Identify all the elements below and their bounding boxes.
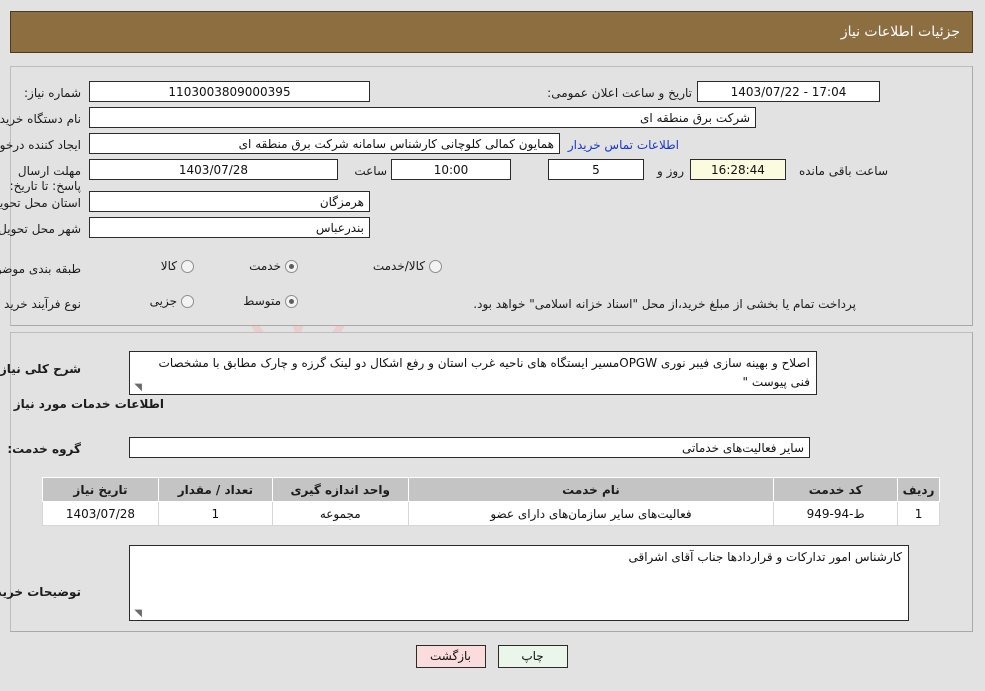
- resize-grip-icon[interactable]: ◥: [133, 383, 143, 393]
- hour-label: ساعت: [355, 164, 388, 178]
- purchase-option-label-0: جزیی: [150, 294, 178, 308]
- deadline-date-value: 1403/07/28: [90, 159, 339, 180]
- th-name: نام خدمت: [408, 477, 776, 502]
- buyer-contact-link[interactable]: اطلاعات تماس خریدار: [569, 138, 680, 152]
- buyer-notes-textarea[interactable]: کارشناس امور تدارکات و قراردادها جناب آق…: [130, 545, 910, 621]
- purchase-radio-motevaset[interactable]: متوسط: [244, 294, 299, 308]
- city-value: بندرعباس: [90, 217, 371, 238]
- province-value: هرمزگان: [90, 191, 371, 212]
- public-announce-value: 17:04 - 1403/07/22: [698, 81, 881, 102]
- category-radio-kala-khedmat[interactable]: کالا/خدمت: [374, 259, 443, 273]
- page-title: جزئیات اطلاعات نیاز: [841, 24, 961, 40]
- description-label: شرح کلی نیاز:: [0, 362, 82, 376]
- radio-circle-kala[interactable]: [182, 259, 195, 273]
- cell-name: فعالیت‌های سایر سازمان‌های دارای عضو: [408, 501, 776, 526]
- action-button-row: چاپ بازگشت: [0, 645, 985, 668]
- public-announce-label: تاریخ و ساعت اعلان عمومی:: [548, 86, 693, 100]
- category-option-label-2: کالا/خدمت: [373, 259, 426, 273]
- city-label: شهر محل تحویل:: [0, 222, 82, 236]
- buyer-org-value: شرکت برق منطقه ای: [90, 107, 757, 128]
- cell-code: ط-94-949: [774, 501, 900, 526]
- th-unit: واحد اندازه گیری: [272, 477, 410, 502]
- th-code: کد خدمت: [774, 477, 900, 502]
- category-option-label-0: کالا: [161, 259, 178, 273]
- description-textarea[interactable]: اصلاح و بهینه سازی فیبر نوری OPGWمسیر ای…: [130, 351, 818, 395]
- purchase-radio-jozii[interactable]: جزیی: [151, 294, 195, 308]
- table-row: 1 ط-94-949 فعالیت‌های سایر سازمان‌های دا…: [43, 501, 941, 526]
- days-label: روز و: [658, 164, 685, 178]
- radio-circle-jozii[interactable]: [182, 294, 195, 308]
- cell-date: 1403/07/28: [43, 501, 160, 526]
- deadline-label: مهلت ارسال پاسخ: تا تاریخ:: [10, 164, 82, 193]
- buyer-notes-label: توضیحات خریدار:: [0, 585, 82, 599]
- service-group-value: سایر فعالیت‌های خدماتی: [130, 437, 811, 458]
- back-button[interactable]: بازگشت: [416, 645, 487, 668]
- radio-circle-khedmat[interactable]: [286, 259, 299, 273]
- category-label: طبقه بندی موضوعی:: [0, 262, 82, 276]
- requester-value: همایون کمالی کلوچانی کارشناس سامانه شرکت…: [90, 133, 561, 154]
- cell-qty: 1: [158, 501, 274, 526]
- description-value: اصلاح و بهینه سازی فیبر نوری OPGWمسیر ای…: [159, 356, 811, 389]
- category-option-label-1: خدمت: [250, 259, 282, 273]
- cell-row: 1: [898, 501, 941, 526]
- th-row: ردیف: [898, 477, 941, 502]
- countdown-label: ساعت باقی مانده: [799, 164, 889, 178]
- need-number-value: 1103003809000395: [90, 81, 371, 102]
- print-button[interactable]: چاپ: [498, 645, 569, 668]
- purchase-option-label-1: متوسط: [244, 294, 282, 308]
- table-header-row: ردیف کد خدمت نام خدمت واحد اندازه گیری ت…: [43, 477, 941, 502]
- service-group-label: گروه خدمت:: [8, 442, 82, 456]
- need-number-label: شماره نیاز:: [25, 86, 82, 100]
- buyer-org-label: نام دستگاه خریدار:: [0, 112, 82, 126]
- buyer-notes-value: کارشناس امور تدارکات و قراردادها جناب آق…: [629, 550, 903, 564]
- services-table: ردیف کد خدمت نام خدمت واحد اندازه گیری ت…: [43, 477, 941, 526]
- radio-circle-motevaset[interactable]: [286, 294, 299, 308]
- page-root: ArtaTender.net جزئیات اطلاعات نیاز شماره…: [0, 0, 985, 691]
- category-radio-khedmat[interactable]: خدمت: [250, 259, 299, 273]
- deadline-hour-value: 10:00: [392, 159, 512, 180]
- th-qty: تعداد / مقدار: [158, 477, 274, 502]
- requester-label: ایجاد کننده درخواست:: [0, 138, 82, 152]
- resize-grip-icon-notes[interactable]: ◥: [133, 609, 143, 619]
- purchase-type-label: نوع فرآیند خرید :: [0, 297, 82, 311]
- category-radio-kala[interactable]: کالا: [162, 259, 195, 273]
- cell-unit: مجموعه: [272, 501, 410, 526]
- services-heading: اطلاعات خدمات مورد نیاز: [14, 397, 165, 411]
- radio-circle-kala-khedmat[interactable]: [430, 259, 443, 273]
- province-label: استان محل تحویل:: [0, 196, 82, 210]
- th-date: تاریخ نیاز: [43, 477, 160, 502]
- remaining-days-value: 5: [549, 159, 645, 180]
- islamic-treasury-note: پرداخت تمام یا بخشی از مبلغ خرید،از محل …: [474, 297, 857, 311]
- page-header-bar: جزئیات اطلاعات نیاز: [11, 11, 974, 53]
- countdown-value: 16:28:44: [691, 159, 787, 180]
